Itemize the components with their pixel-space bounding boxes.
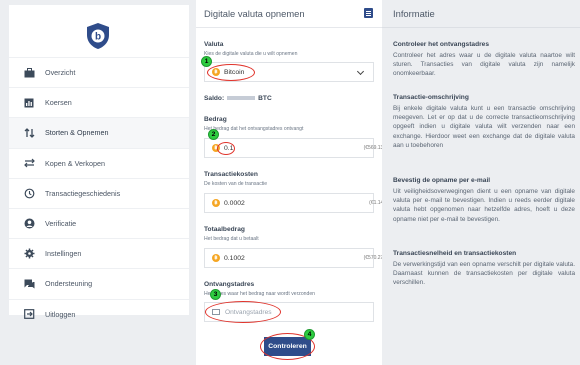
transactiekosten-label: Transactiekosten (204, 171, 258, 178)
totaalbedrag-label: Totaalbedrag (204, 226, 245, 233)
user-icon (23, 218, 35, 230)
bitcoin-icon: ฿ (212, 254, 220, 262)
sidebar-item-verificatie[interactable]: Verificatie (9, 207, 189, 238)
info-heading-omschrijving: Transactie-omschrijving (393, 94, 469, 101)
sidebar-item-label: Uitloggen (45, 309, 76, 319)
info-body-ontvangstadres: Controleer het adres waar u de digitale … (393, 52, 575, 78)
gear-icon (23, 248, 35, 260)
sidebar-item-label: Instellingen (45, 249, 82, 259)
saldo-redacted (227, 96, 256, 101)
totaalbedrag-field: ฿ 0.1002 (€570.27) (204, 248, 385, 268)
info-body-email: Uit veiligheidsoverwegingen dient u een … (393, 188, 575, 223)
svg-text:b: b (95, 32, 101, 43)
sidebar-item-instellingen[interactable]: Instellingen (9, 238, 189, 268)
info-heading-email: Bevestig de opname per e-mail (393, 177, 491, 184)
sidebar-item-label: Storten & Opnemen (45, 128, 109, 138)
chart-icon (23, 97, 35, 109)
info-title: Informatie (393, 8, 435, 19)
sidebar-item-ondersteuning[interactable]: Ondersteuning (9, 268, 189, 298)
sidebar-item-label: Ondersteuning (45, 279, 93, 289)
chat-icon (23, 278, 35, 290)
sidebar-item-kopen-verkopen[interactable]: Kopen & Verkopen (9, 147, 189, 178)
shield-logo-icon: b (87, 23, 109, 49)
transactiekosten-field: ฿ 0.0002 (€1.14) (204, 193, 385, 213)
info-heading-snelheid: Transactiesnelheid en transactiekosten (393, 250, 517, 257)
saldo-label: Saldo: (204, 95, 225, 102)
bedrag-label: Bedrag (204, 116, 227, 123)
sidebar-item-transactiegeschiedenis[interactable]: Transactiegeschiedenis (9, 177, 189, 208)
bedrag-help: Het bedrag dat het ontvangstadres ontvan… (204, 126, 304, 132)
divider (382, 27, 580, 28)
saldo-line: Saldo: BTC (204, 95, 272, 102)
annotation-badge-4: 4 (304, 329, 315, 340)
sidebar-item-label: Overzicht (45, 68, 76, 78)
totaalbedrag-help: Het bedrag dat u betaalt (204, 236, 259, 242)
sidebar-item-label: Koersen (45, 98, 72, 108)
sidebar: b Overzicht Koersen Storten & Opnemen Ko… (9, 5, 189, 319)
annotation-ring-2 (217, 142, 235, 155)
annotation-badge-3: 3 (210, 289, 221, 300)
transactiekosten-value: 0.0002 (224, 199, 245, 207)
briefcase-icon (23, 67, 35, 79)
sidebar-item-overzicht[interactable]: Overzicht (9, 57, 189, 87)
annotation-badge-1: 1 (201, 56, 212, 67)
totaalbedrag-value: 0.1002 (224, 254, 245, 262)
sidebar-item-label: Kopen & Verkopen (45, 158, 105, 168)
divider (196, 27, 382, 28)
info-body-omschrijving: Bij enkele digitale valuta kunt u een tr… (393, 105, 575, 149)
panel-title: Digitale valuta opnemen (204, 8, 305, 19)
valuta-help: Kies de digitale valuta die u wilt opnem… (204, 51, 298, 57)
sidebar-item-koersen[interactable]: Koersen (9, 87, 189, 117)
info-body-snelheid: De verwerkingstijd van een opname versch… (393, 261, 575, 287)
chevron-down-icon (356, 67, 365, 76)
withdraw-panel: Digitale valuta opnemen Valuta Kies de d… (196, 0, 385, 365)
info-heading-ontvangstadres: Controleer het ontvangstadres (393, 41, 489, 48)
transfer-icon (23, 127, 35, 139)
document-icon[interactable] (364, 8, 373, 18)
sidebar-item-label: Verificatie (45, 219, 77, 229)
sidebar-item-storten-opnemen[interactable]: Storten & Opnemen (9, 117, 189, 148)
sidebar-nav: Overzicht Koersen Storten & Opnemen Kope… (9, 57, 189, 329)
annotation-ring-3 (205, 301, 281, 323)
bitcoin-icon: ฿ (212, 199, 220, 207)
info-panel: Informatie Controleer het ontvangstadres… (382, 0, 580, 365)
history-icon (23, 187, 35, 199)
valuta-label: Valuta (204, 41, 224, 48)
annotation-ring-1 (207, 64, 255, 81)
sidebar-item-uitloggen[interactable]: Uitloggen (9, 298, 189, 329)
transactiekosten-help: De kosten van de transactie (204, 181, 268, 187)
annotation-badge-2: 2 (208, 129, 219, 140)
logout-icon (23, 308, 35, 320)
saldo-unit: BTC (258, 95, 272, 102)
ontvangstadres-label: Ontvangstadres (204, 281, 255, 288)
exchange-icon (23, 157, 35, 169)
sidebar-item-label: Transactiegeschiedenis (45, 188, 121, 198)
